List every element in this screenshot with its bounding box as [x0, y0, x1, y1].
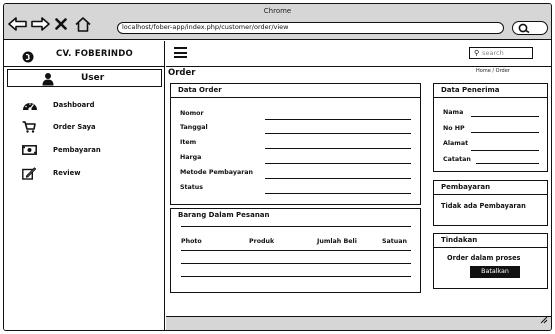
- card-title: Barang Dalam Pesanan: [178, 211, 270, 219]
- data-penerima-card: Data Penerima Nama No HP Alamat Catatan: [433, 83, 548, 172]
- field-value-line: [265, 178, 411, 179]
- pembayaran-message: Tidak ada Pembayaran: [441, 202, 526, 210]
- field-label-nohp: No HP: [443, 125, 465, 132]
- field-value-line: [265, 119, 411, 120]
- field-label-harga: Harga: [180, 154, 202, 161]
- field-value-line: [476, 163, 539, 164]
- column-header-satuan: Satuan: [382, 238, 408, 245]
- column-header-produk: Produk: [249, 238, 275, 245]
- sidebar-item-label: Pembayaran: [53, 146, 101, 154]
- card-title: Data Order: [171, 84, 420, 98]
- close-icon[interactable]: [52, 16, 70, 32]
- card-title: Tindakan: [434, 234, 547, 248]
- search-placeholder: search: [482, 49, 504, 57]
- field-value-line: [265, 133, 411, 134]
- field-value-line: [471, 116, 539, 117]
- field-value-line: [471, 150, 539, 151]
- field-label-nama: Nama: [443, 109, 464, 116]
- field-label-catatan: Catatan: [443, 156, 471, 163]
- sidebar-item-label: Dashboard: [53, 101, 95, 109]
- sidebar-item-pembayaran[interactable]: Pembayaran: [22, 143, 101, 157]
- card-title: Data Penerima: [434, 84, 547, 98]
- field-label-tanggal: Tanggal: [180, 124, 208, 131]
- field-label-item: Item: [180, 139, 197, 146]
- sidebar-item-label: Review: [53, 169, 81, 177]
- breadcrumb[interactable]: Home / Order: [476, 68, 510, 74]
- column-header-photo: Photo: [181, 238, 202, 245]
- sidebar-item-label: Order Saya: [53, 123, 96, 131]
- column-header-jumlah: Jumlah Beli: [317, 238, 357, 245]
- search-input[interactable]: ⚲ search: [469, 47, 533, 59]
- field-value-line: [265, 163, 411, 164]
- money-icon: [22, 145, 44, 155]
- field-label-status: Status: [180, 184, 204, 191]
- browser-search-icon[interactable]: [512, 21, 548, 35]
- field-value-line: [265, 148, 411, 149]
- user-icon: [41, 71, 55, 90]
- sidebar-item-review[interactable]: Review: [22, 166, 81, 180]
- top-navbar: ⚲ search: [166, 41, 551, 67]
- cart-icon: [22, 121, 44, 133]
- data-order-card: Data Order Nomor Tanggal Item Harga Meto…: [170, 83, 421, 205]
- brand-name: CV. FOBERINDO: [56, 49, 133, 59]
- menu-toggle-icon[interactable]: [174, 47, 187, 59]
- card-title: Pembayaran: [434, 181, 547, 195]
- resize-grip-icon[interactable]: [540, 309, 548, 328]
- pembayaran-card: Pembayaran Tidak ada Pembayaran: [433, 180, 548, 226]
- page-title: Order: [168, 68, 196, 78]
- field-label-metode: Metode Pembayaran: [180, 169, 254, 176]
- field-value-line: [265, 193, 411, 194]
- address-bar[interactable]: localhost/fober-app/index.php/customer/o…: [117, 22, 504, 34]
- home-icon[interactable]: [73, 16, 93, 32]
- table-row-line: [181, 263, 411, 264]
- field-label-nomor: Nomor: [180, 110, 204, 117]
- table-row-line: [181, 276, 411, 277]
- back-icon[interactable]: [8, 16, 28, 32]
- user-panel[interactable]: User: [7, 69, 162, 87]
- dashboard-icon: [22, 99, 44, 111]
- barang-pesanan-card: Barang Dalam Pesanan Photo Produk Jumlah…: [170, 208, 421, 293]
- user-label: User: [81, 73, 105, 83]
- forward-icon[interactable]: [30, 16, 50, 32]
- sidebar: CV. FOBERINDO User Dashboard Order Saya …: [4, 41, 165, 330]
- search-icon: ⚲: [474, 49, 480, 57]
- table-top-line: [181, 226, 411, 227]
- browser-toolbar: Chrome localhost/fober-app/index.php/cus…: [4, 4, 551, 40]
- field-label-alamat: Alamat: [443, 140, 469, 147]
- sidebar-item-order-saya[interactable]: Order Saya: [22, 120, 96, 134]
- window-title: Chrome: [263, 7, 292, 15]
- tindakan-card: Tindakan Order dalam proses: [433, 233, 548, 289]
- field-value-line: [471, 132, 539, 133]
- order-status-text: Order dalam proses: [447, 254, 521, 262]
- table-row-line: [181, 250, 411, 251]
- sidebar-item-dashboard[interactable]: Dashboard: [22, 98, 94, 112]
- brand-header: CV. FOBERINDO: [4, 41, 165, 67]
- edit-icon: [22, 166, 44, 180]
- batalkan-button[interactable]: Batalkan: [470, 266, 520, 278]
- brand-logo-icon: [22, 48, 34, 67]
- footer-bar: [166, 316, 551, 330]
